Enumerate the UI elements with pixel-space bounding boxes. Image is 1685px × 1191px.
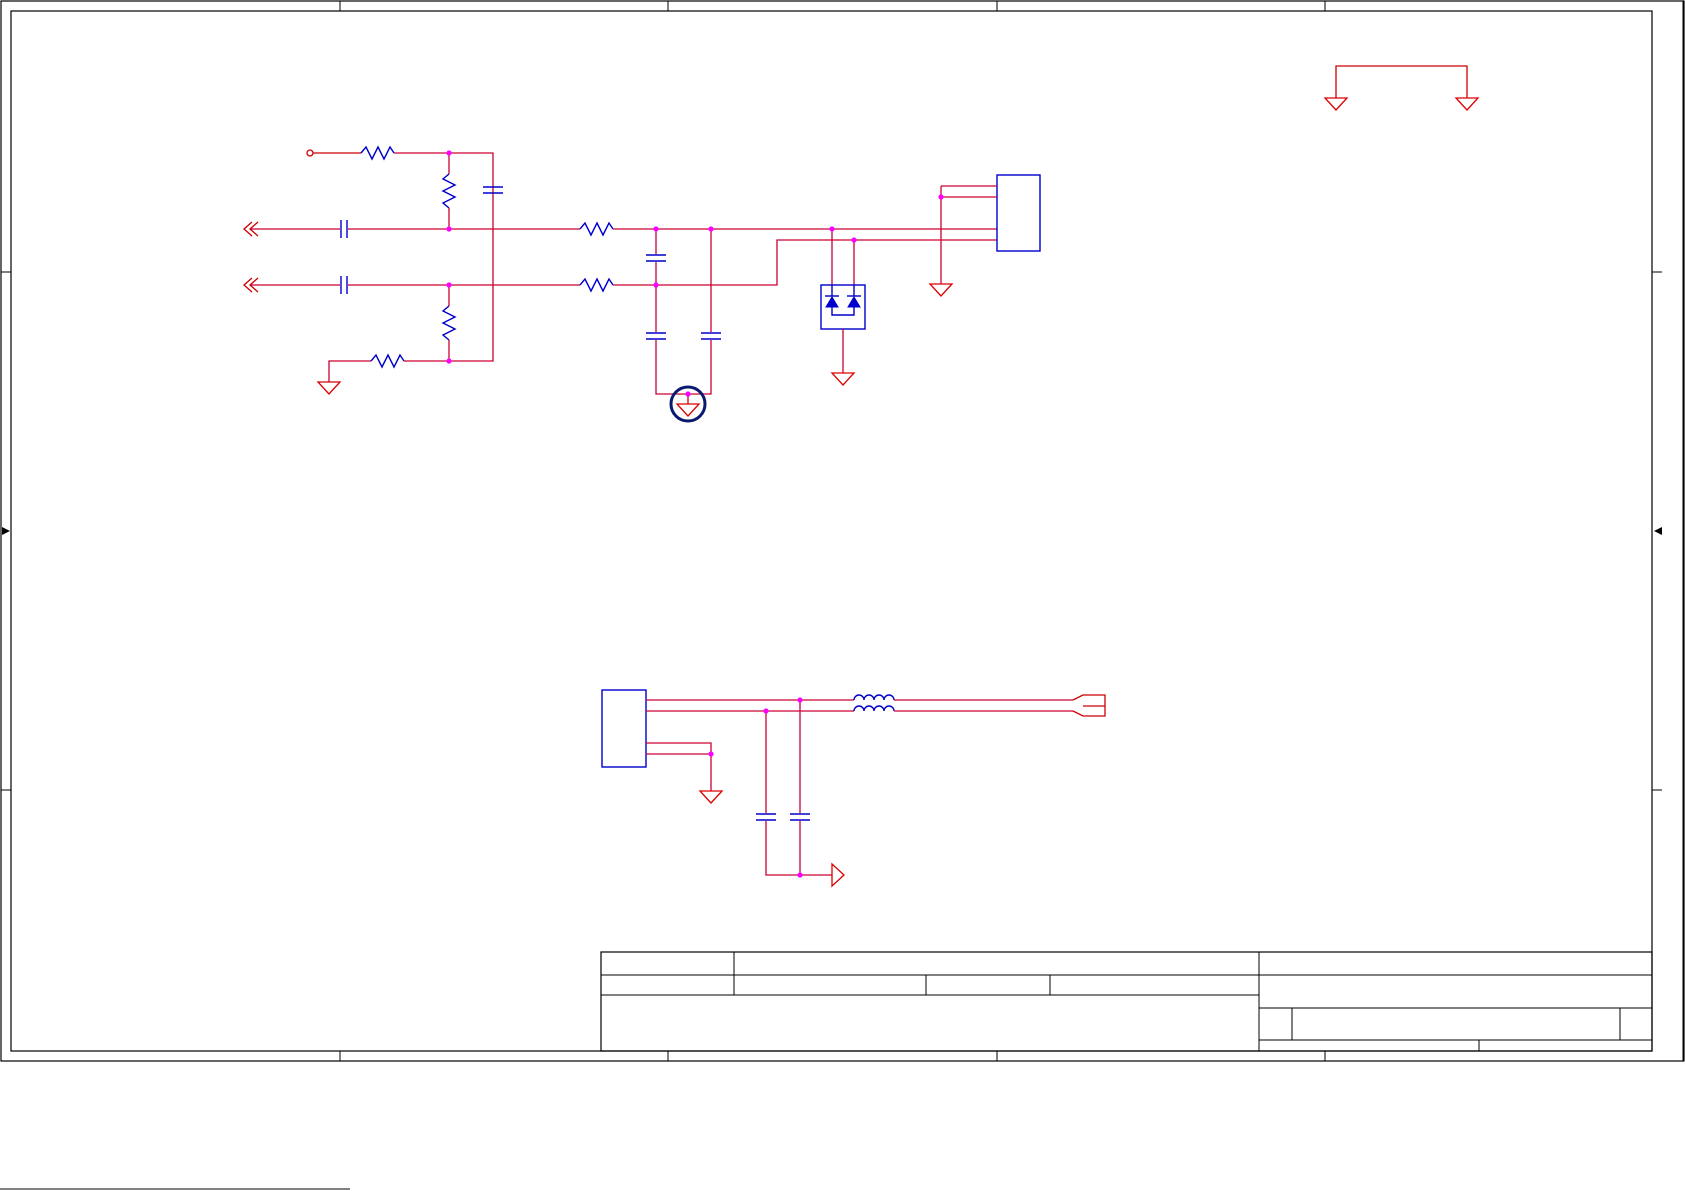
tvs-diode-array-symbol xyxy=(820,284,866,330)
resistor-symbol xyxy=(370,353,405,369)
ground-symbol xyxy=(1323,97,1349,111)
resistor-symbol xyxy=(441,173,457,209)
ground-symbol xyxy=(831,862,845,888)
ground-symbol xyxy=(928,283,954,297)
lower-power-network xyxy=(601,689,1106,888)
resistor-symbol xyxy=(360,145,395,161)
resistor-symbol xyxy=(441,305,457,341)
connector-symbol xyxy=(996,174,1041,252)
test-point xyxy=(306,149,314,157)
ground-symbol xyxy=(316,381,342,395)
ground-symbol xyxy=(698,790,724,804)
upper-input-network xyxy=(243,145,1041,423)
resistor-symbol xyxy=(579,277,614,293)
ground-symbol xyxy=(1454,97,1480,111)
ground-symbol xyxy=(830,372,856,386)
resistor-symbol xyxy=(579,221,614,237)
inductor-symbol xyxy=(853,694,895,701)
title-block xyxy=(600,951,1653,1052)
drawing-frame xyxy=(0,0,1685,1062)
inductor-symbol xyxy=(853,705,895,712)
connector-symbol xyxy=(601,689,647,768)
ground-link xyxy=(1323,65,1480,111)
schematic-sheet xyxy=(0,0,1685,1190)
